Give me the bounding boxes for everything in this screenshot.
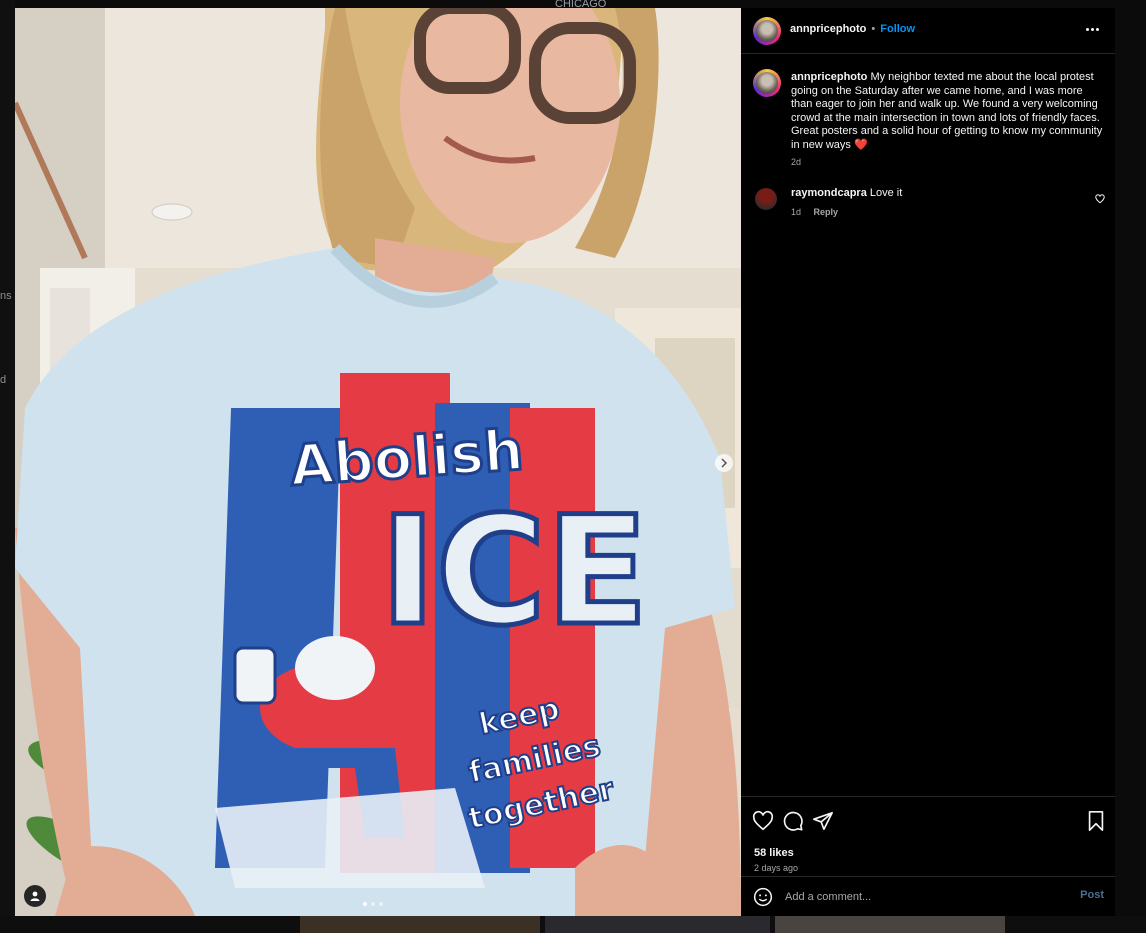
tag-user-icon <box>30 891 40 901</box>
shirt-text-ice: ICE <box>380 485 648 659</box>
tag-user-button[interactable] <box>24 885 46 907</box>
post-comment-button[interactable]: Post <box>1080 889 1104 901</box>
post-actions: 58 likes 2 days ago <box>741 796 1115 877</box>
heart-icon[interactable] <box>752 810 774 832</box>
header-separator: • <box>871 23 876 35</box>
comment-icon[interactable] <box>782 810 804 832</box>
reply-button[interactable]: Reply <box>814 207 839 217</box>
carousel-dots <box>363 902 383 906</box>
comment-input[interactable] <box>783 887 1067 907</box>
post-caption: annpricephoto My neighbor texted me abou… <box>791 71 1105 170</box>
carousel-dot <box>371 902 375 906</box>
comment: raymondcapra Love it <box>791 187 902 199</box>
comment-username[interactable]: raymondcapra <box>791 187 867 199</box>
share-icon[interactable] <box>812 810 834 832</box>
post-photo[interactable]: Abolish ICE keep families together <box>15 8 741 916</box>
backdrop-fragment: ns <box>0 290 12 302</box>
comment-like-icon[interactable] <box>1095 194 1105 204</box>
post-side-panel: annpricephoto • Follow annpricephoto My … <box>741 8 1115 916</box>
commenter-avatar[interactable] <box>755 188 777 210</box>
chevron-right-icon <box>721 458 728 468</box>
caption-username[interactable]: annpricephoto <box>791 71 867 83</box>
bookmark-icon[interactable] <box>1085 810 1107 832</box>
author-username[interactable]: annpricephoto <box>790 23 866 35</box>
comment-age: 1d <box>791 207 802 217</box>
likes-count[interactable]: 58 likes <box>754 847 794 859</box>
add-comment-bar: Post <box>741 876 1115 917</box>
more-icon <box>1085 27 1099 31</box>
post-date: 2 days ago <box>754 863 799 873</box>
follow-button[interactable]: Follow <box>880 23 915 35</box>
comment-meta: 1d Reply <box>791 207 838 217</box>
emoji-icon[interactable] <box>753 887 773 907</box>
author-avatar[interactable] <box>753 17 781 45</box>
backdrop-bottom-strip <box>0 916 1146 933</box>
comment-text: Love it <box>869 187 903 199</box>
photo-illustration: Abolish ICE keep families together <box>15 8 741 916</box>
more-options-button[interactable] <box>1083 22 1101 36</box>
post-header: annpricephoto • Follow <box>741 8 1115 54</box>
carousel-next-button[interactable] <box>715 454 733 472</box>
backdrop-left <box>0 0 15 933</box>
caption-avatar[interactable] <box>753 69 781 97</box>
backdrop-fragment: d <box>0 374 7 386</box>
carousel-dot <box>379 902 383 906</box>
caption-age: 2d <box>791 157 802 167</box>
carousel-dot-active <box>363 902 367 906</box>
